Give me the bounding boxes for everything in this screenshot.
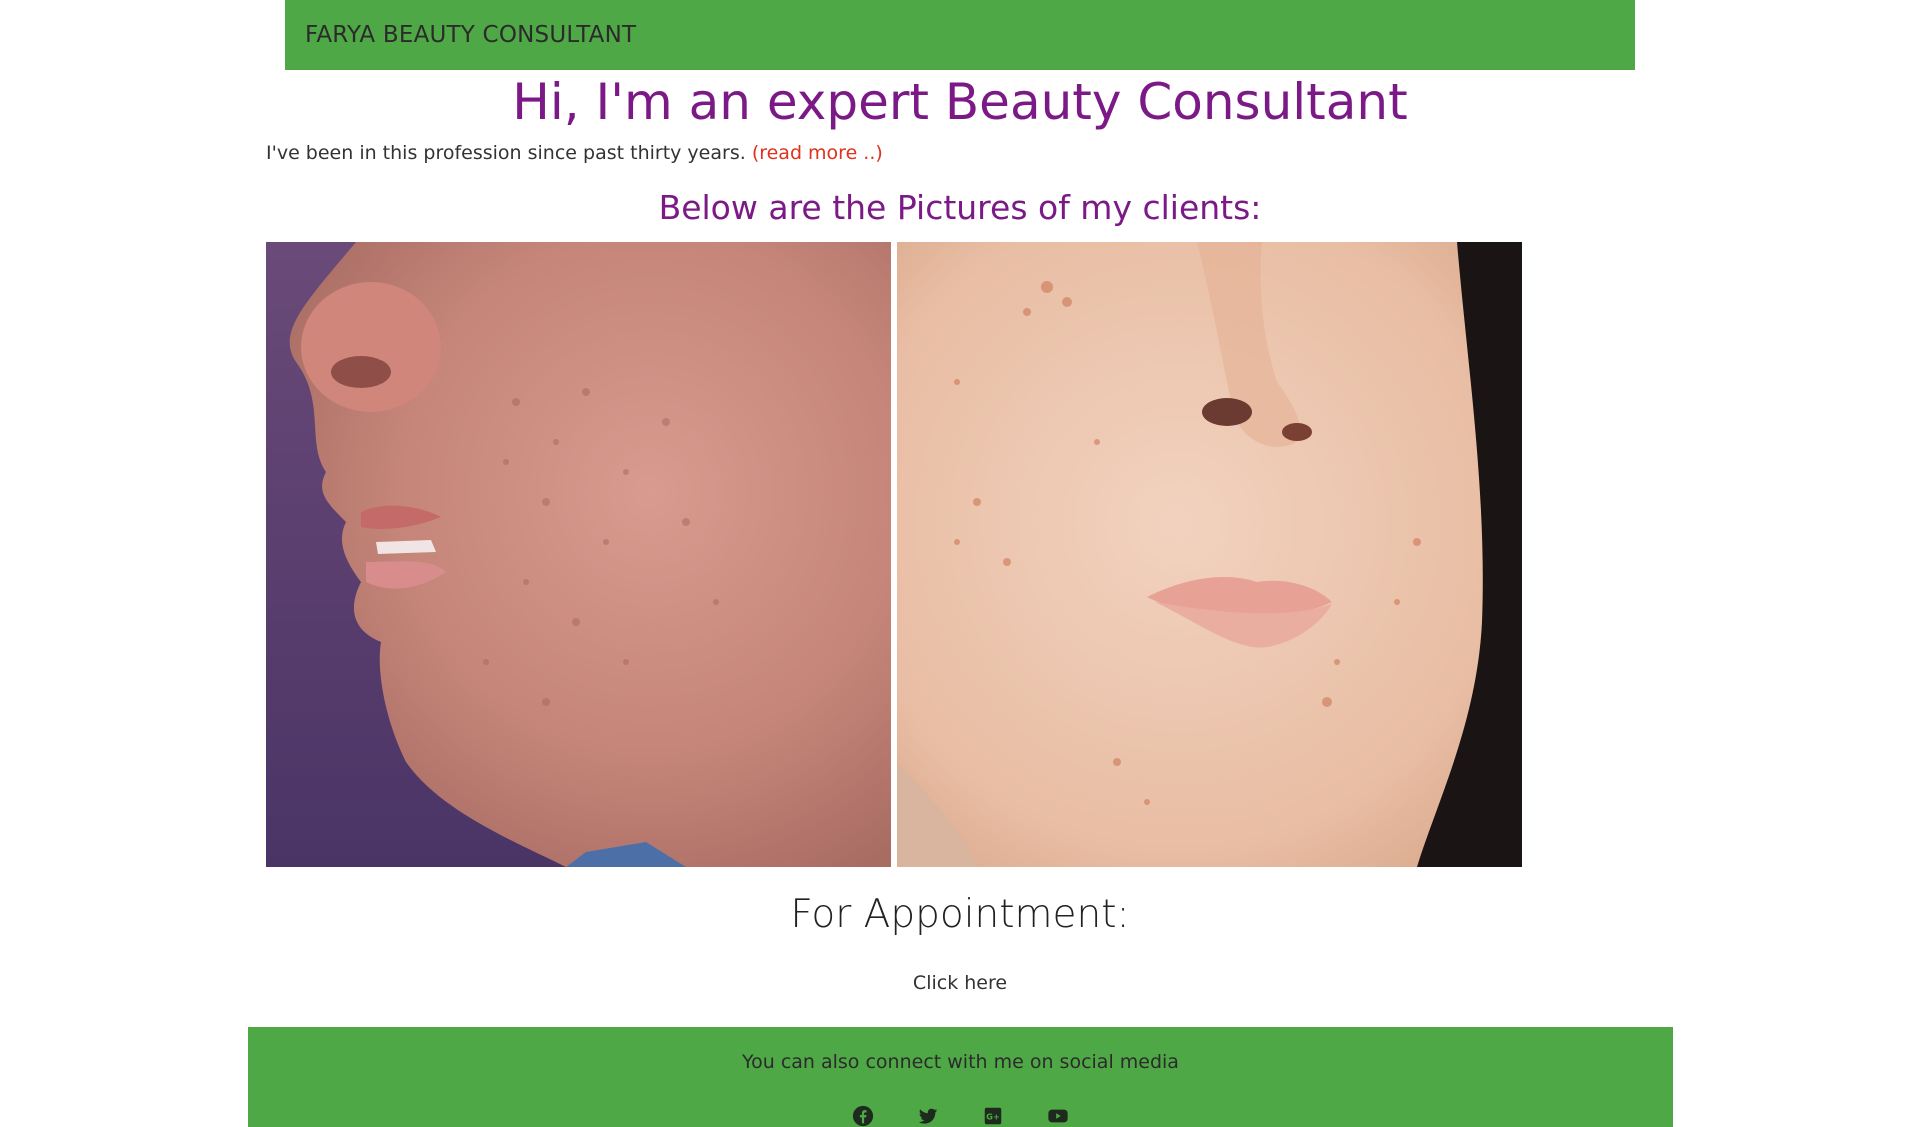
footer: You can also connect with me on social m…	[248, 1027, 1673, 1127]
page: FARYA BEAUTY CONSULTANT Hi, I'm an exper…	[0, 0, 1920, 1127]
footer-text: You can also connect with me on social m…	[742, 1051, 1179, 1073]
hero-title: Hi, I'm an expert Beauty Consultant	[512, 73, 1408, 131]
clients-heading: Below are the Pictures of my clients:	[658, 188, 1262, 227]
brand-link[interactable]: FARYA BEAUTY CONSULTANT	[305, 22, 636, 48]
client-photo-2	[897, 242, 1522, 867]
appointment-heading: For Appointment:	[790, 892, 1130, 937]
facebook-icon[interactable]	[852, 1105, 874, 1127]
google-plus-icon[interactable]: G+	[982, 1105, 1004, 1127]
youtube-icon[interactable]	[1047, 1105, 1069, 1127]
twitter-icon[interactable]	[917, 1105, 939, 1127]
appointment-link[interactable]: Click here	[0, 972, 1920, 994]
svg-text:G+: G+	[986, 1112, 1000, 1122]
client-photo-1	[266, 242, 891, 867]
navbar: FARYA BEAUTY CONSULTANT	[285, 0, 1635, 70]
read-more-link[interactable]: (read more ..)	[752, 142, 883, 164]
intro-paragraph: I've been in this profession since past …	[266, 142, 883, 164]
intro-text: I've been in this profession since past …	[266, 142, 746, 164]
